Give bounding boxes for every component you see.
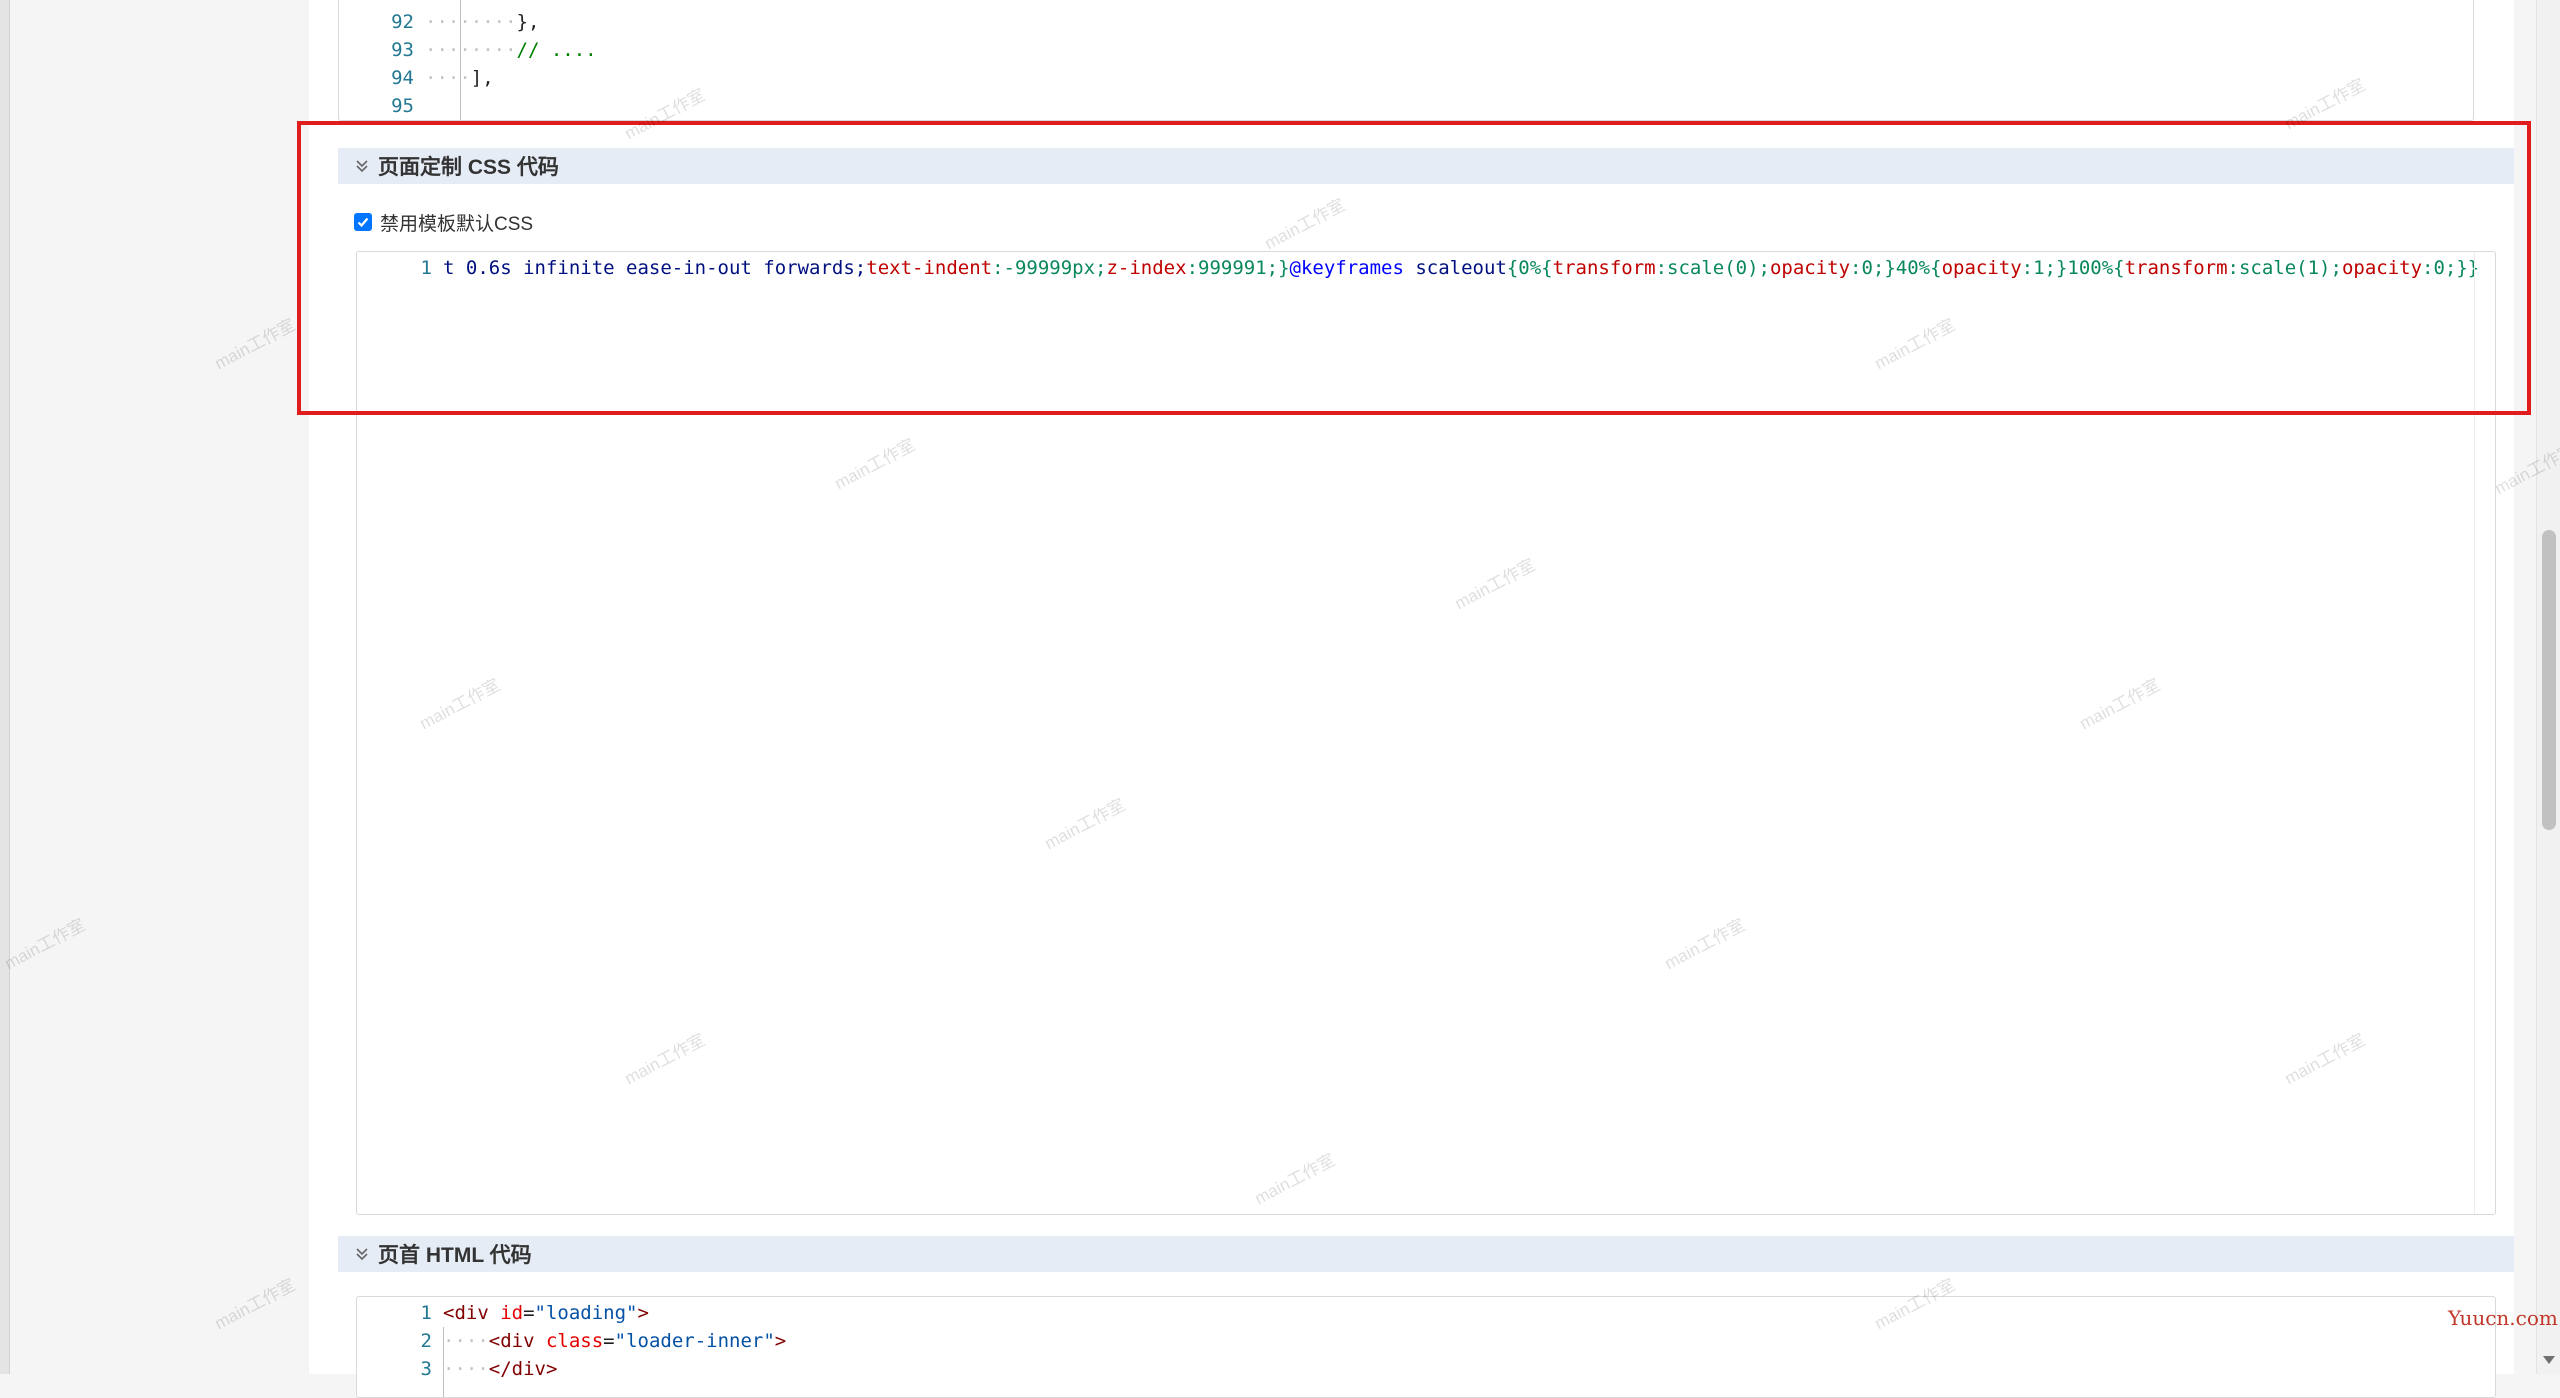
watermark-text: main工作室 [211,315,299,374]
code-token: </div> [488,1358,558,1380]
code-token: > [774,1330,787,1352]
code-token: opacity [1941,257,2022,279]
code-token: = [523,1302,535,1324]
line-number: 1 [420,1302,432,1324]
code-token: = [603,1330,615,1352]
double-chevron-down-icon[interactable] [348,148,376,184]
double-chevron-down-icon[interactable] [348,1236,376,1272]
left-window-edge [0,0,10,1374]
code-token: transform [1552,257,1656,279]
code-token: z-index [1106,257,1187,279]
line-number: 95 [391,95,414,117]
code-token: :0;}} [2422,257,2480,279]
code-text: ····</div> [443,1358,558,1380]
page-scrollbar[interactable] [2536,0,2560,1374]
code-token: opacity [2341,257,2423,279]
html-code-editor[interactable]: 1 <div id="loading"> 2 ····<div class="load… [356,1296,2496,1398]
code-token: <div [443,1302,501,1324]
css-section-header[interactable]: 页面定制 CSS 代码 [338,148,2514,184]
checkbox-label: 禁用模板默认CSS [380,213,534,235]
code-token: {0%{ [1506,257,1553,279]
html-section-header[interactable]: 页首 HTML 代码 [338,1236,2514,1272]
code-line: 94 ····], [339,64,2473,92]
code-line: 1 <div id="loading"> [357,1299,2495,1327]
code-text: ····<div class="loader-inner"> [443,1330,787,1352]
watermark-text: main工作室 [1,915,89,974]
code-line: 2 ····<div class="loader-inner"> [357,1327,2495,1355]
editor-vertical-scrollbar[interactable] [2474,252,2495,1214]
section-title: 页首 HTML 代码 [378,1244,532,1267]
code-line: 92 ········}, [339,8,2473,36]
code-token: :999991;} [1186,257,1290,279]
code-token: opacity [1769,257,1851,279]
code-token: transform [2124,257,2228,279]
code-token: :scale(1); [2227,257,2342,279]
code-token: :1;}100%{ [2021,257,2125,279]
scroll-thumb[interactable] [2542,530,2556,830]
css-code-text: t 0.6s infinite ease-in-out forwards;tex… [443,254,2495,282]
code-token: :-99999px; [992,257,1107,279]
watermark-text: main工作室 [211,1275,299,1334]
code-token: class [545,1330,604,1352]
code-text: ], [470,67,494,89]
code-text: }, [516,11,540,33]
code-token: "loader-inner" [614,1330,775,1352]
code-token: "loading" [534,1302,638,1324]
site-watermark: Yuucn.com [2448,1306,2558,1330]
code-text: <div id="loading"> [443,1299,2495,1327]
code-comment: // .... [516,39,597,61]
scroll-down-arrow-icon[interactable] [2543,1356,2555,1364]
code-token: :0;}40%{ [1850,257,1942,279]
line-number: 2 [420,1330,432,1352]
code-token: scaleout [1403,257,1507,279]
line-number: 1 [420,257,432,279]
code-token: <div [488,1330,546,1352]
line-number: 94 [391,67,414,89]
css-code-editor[interactable]: 1 t 0.6s infinite ease-in-out forwards;t… [356,251,2496,1215]
code-line: 1 t 0.6s infinite ease-in-out forwards;t… [357,254,2495,282]
top-code-editor[interactable]: 92 ········}, 93 ········// .... 94 ····… [338,0,2474,121]
disable-default-css-option[interactable]: 禁用模板默认CSS [354,208,533,236]
code-token: :scale(0); [1655,257,1770,279]
code-token: text-indent [866,257,993,279]
code-token: @keyframes [1289,257,1404,279]
section-title: 页面定制 CSS 代码 [378,156,559,179]
line-number: 3 [420,1358,432,1380]
checkmark-icon[interactable] [354,213,372,231]
code-line: 93 ········// .... [339,36,2473,64]
line-number: 92 [391,11,414,33]
code-line: 3 ····</div> [357,1355,2495,1383]
line-number: 93 [391,39,414,61]
code-token: id [500,1302,524,1324]
code-token: > [637,1302,649,1324]
code-token: t 0.6s infinite ease-in-out forwards; [443,257,867,279]
code-line: 95 [339,92,2473,120]
